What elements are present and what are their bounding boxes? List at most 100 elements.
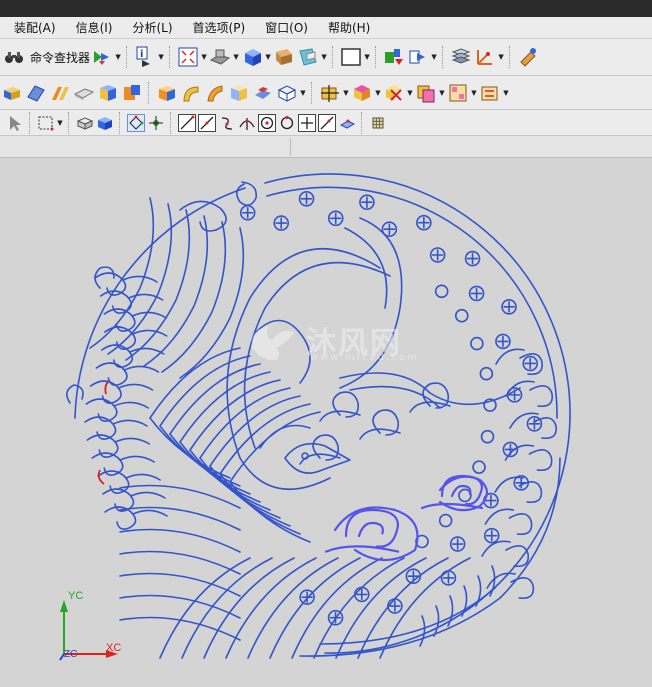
section-view-icon[interactable]: [273, 46, 295, 68]
clipping-plane-icon[interactable]: [297, 46, 319, 68]
boolean-unite-icon[interactable]: [97, 82, 119, 104]
background-color-icon[interactable]: [340, 46, 362, 68]
rosette-curve: [442, 572, 455, 584]
select-faces-icon[interactable]: [76, 114, 94, 132]
menu-help[interactable]: 帮助(H): [328, 19, 370, 36]
feather-scroll-curve: [122, 275, 158, 283]
point-on-curve-icon[interactable]: [318, 113, 336, 132]
toolbar-grip[interactable]: [170, 111, 173, 134]
outer-ring-curve: [266, 186, 558, 419]
chevron-down-icon[interactable]: ▼: [264, 53, 272, 61]
chevron-down-icon[interactable]: ▼: [502, 89, 510, 97]
play-selection-icon[interactable]: [91, 46, 113, 68]
copy-face-icon[interactable]: [415, 82, 437, 104]
chamfer-icon[interactable]: [204, 82, 226, 104]
command-finder[interactable]: 命令查找器: [2, 46, 90, 68]
render-style-icon[interactable]: [209, 46, 231, 68]
graphics-viewport[interactable]: 沐风网 www.mfcad.com YC XC ZC: [0, 158, 652, 687]
feature-toolbar: ▼ ▼ ▼ ▼ ▼ ▼ ▼: [0, 76, 652, 110]
plume-curl-curve: [236, 181, 258, 206]
rosette-curve: [418, 216, 430, 229]
trim-body-icon[interactable]: [276, 82, 298, 104]
chevron-down-icon[interactable]: ▼: [157, 53, 165, 61]
chevron-down-icon[interactable]: ▼: [406, 89, 414, 97]
arc-center-icon[interactable]: [258, 113, 276, 132]
chevron-down-icon[interactable]: ▼: [299, 89, 307, 97]
pattern-face-icon[interactable]: [447, 82, 469, 104]
chevron-down-icon[interactable]: ▼: [497, 53, 505, 61]
point-on-face-icon[interactable]: [338, 114, 356, 132]
fit-view-icon[interactable]: [177, 46, 199, 68]
shaded-cube-icon[interactable]: [241, 46, 263, 68]
sheet-body-icon[interactable]: [73, 82, 95, 104]
mid-point-icon[interactable]: [198, 113, 216, 132]
offset-face-icon[interactable]: [252, 82, 274, 104]
boolean-subtract-icon[interactable]: [121, 82, 143, 104]
chevron-down-icon[interactable]: ▼: [342, 89, 350, 97]
move-face-icon[interactable]: [319, 82, 341, 104]
toolbar-grip[interactable]: [375, 46, 378, 68]
layer-settings-icon[interactable]: [450, 46, 472, 68]
x-axis-label: XC: [106, 642, 122, 654]
chevron-down-icon[interactable]: ▼: [470, 89, 478, 97]
toolbar-grip[interactable]: [126, 46, 129, 68]
menu-information[interactable]: 信息(I): [76, 19, 113, 36]
chevron-down-icon[interactable]: ▼: [430, 53, 438, 61]
menu-preferences[interactable]: 首选项(P): [193, 19, 246, 36]
move-component-icon[interactable]: [383, 46, 405, 68]
feather-scroll-curve: [132, 509, 168, 517]
control-point-icon[interactable]: [218, 114, 236, 132]
chevron-down-icon[interactable]: ▼: [114, 53, 122, 61]
toolbar-grip[interactable]: [169, 46, 172, 68]
assembly-constraint-icon[interactable]: [407, 46, 429, 68]
chevron-down-icon[interactable]: ▼: [200, 53, 208, 61]
wcs-icon[interactable]: [474, 46, 496, 68]
chevron-down-icon[interactable]: ▼: [56, 119, 64, 127]
edge-blend-icon[interactable]: [180, 82, 202, 104]
rectangle-select-icon[interactable]: [37, 114, 55, 132]
chevron-down-icon[interactable]: ▼: [363, 53, 371, 61]
rosette-curve: [479, 366, 494, 381]
snap-control-icon[interactable]: [147, 114, 165, 132]
chevron-down-icon[interactable]: ▼: [232, 53, 240, 61]
binoculars-icon: [3, 46, 25, 68]
toolbar-grip[interactable]: [311, 81, 314, 104]
menu-window[interactable]: 窗口(O): [265, 19, 308, 36]
select-bodies-icon[interactable]: [96, 114, 114, 132]
menu-assembly[interactable]: 装配(A): [14, 19, 56, 36]
title-bar: [0, 0, 652, 17]
existing-point-icon[interactable]: [298, 113, 316, 132]
toolbar-grip[interactable]: [332, 46, 335, 68]
toolbar-grip[interactable]: [509, 46, 512, 68]
toolbar-grip[interactable]: [442, 46, 445, 68]
rosette-curve: [329, 212, 342, 225]
toolbar-grip[interactable]: [361, 111, 364, 134]
info-icon[interactable]: i: [134, 46, 156, 68]
menu-analysis[interactable]: 分析(L): [132, 19, 172, 36]
block-icon[interactable]: [1, 82, 23, 104]
toolbar-grip[interactable]: [29, 111, 32, 134]
chevron-down-icon[interactable]: ▼: [374, 89, 382, 97]
quadrant-point-icon[interactable]: [278, 114, 296, 132]
chevron-down-icon[interactable]: ▼: [320, 53, 328, 61]
toolbar-grip[interactable]: [148, 81, 151, 104]
wing-feather-curve: [119, 528, 241, 553]
end-point-icon[interactable]: [178, 113, 196, 132]
pull-face-icon[interactable]: [351, 82, 373, 104]
delete-face-icon[interactable]: [383, 82, 405, 104]
draft-icon[interactable]: [228, 82, 250, 104]
rosette-curve: [300, 193, 313, 205]
select-tool-icon[interactable]: [6, 114, 24, 132]
toolbar-grip[interactable]: [119, 111, 122, 134]
shell-icon[interactable]: [156, 82, 178, 104]
extrude-icon[interactable]: [25, 82, 47, 104]
grid-snap-icon[interactable]: [369, 114, 387, 132]
edit-object-display-icon[interactable]: [517, 46, 539, 68]
revolve-icon[interactable]: [49, 82, 71, 104]
chevron-down-icon[interactable]: ▼: [438, 89, 446, 97]
snap-points-icon[interactable]: [127, 113, 145, 132]
rosette-curve: [438, 513, 453, 528]
intersection-point-icon[interactable]: [238, 114, 256, 132]
replace-face-icon[interactable]: [479, 82, 501, 104]
toolbar-grip[interactable]: [68, 111, 71, 134]
